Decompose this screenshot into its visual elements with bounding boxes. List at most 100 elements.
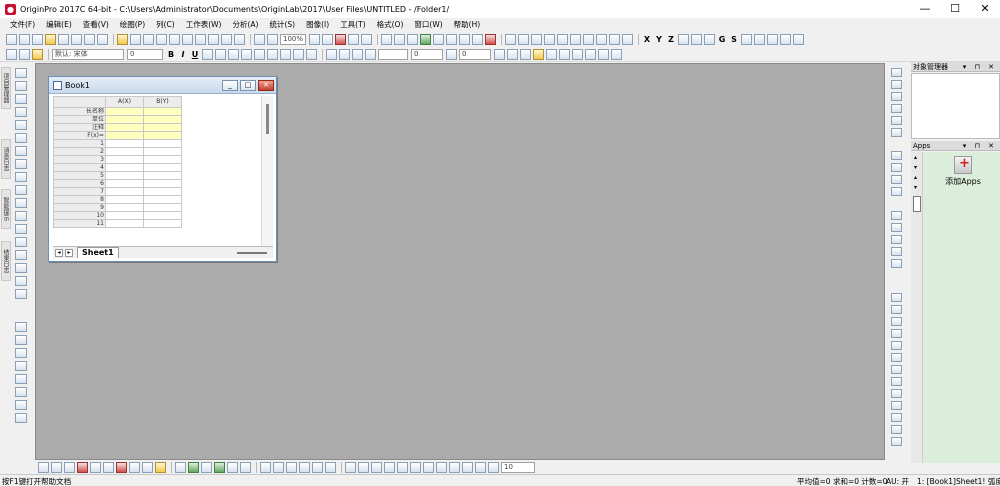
border-icon[interactable]	[446, 48, 457, 60]
meta-cell[interactable]	[143, 131, 182, 140]
recalculate-icon[interactable]	[208, 34, 219, 45]
box-chart-icon[interactable]	[622, 34, 633, 45]
menu-statistics[interactable]: 统计(S)	[269, 19, 295, 30]
worksheet-vertical-scrollbar[interactable]	[261, 96, 273, 246]
apps-header[interactable]: Apps ▾ ⊓ ✕	[911, 141, 1000, 151]
toolbox-item-1-icon[interactable]	[15, 322, 27, 332]
set-as-y-button[interactable]: Y	[654, 35, 664, 44]
align-tool-5-icon[interactable]	[397, 461, 408, 473]
align-tool-7-icon[interactable]	[423, 461, 434, 473]
new-function-icon[interactable]	[71, 34, 82, 45]
graph-tool-6-icon[interactable]	[891, 223, 902, 232]
row-header[interactable]: 7	[53, 187, 106, 196]
align-tool-9-icon[interactable]	[449, 461, 460, 473]
area-plot-icon[interactable]	[103, 461, 114, 473]
matrix-tool-3-icon[interactable]	[286, 461, 297, 473]
data-cell[interactable]	[105, 155, 144, 164]
open-template-icon[interactable]	[130, 34, 141, 45]
move-right-icon[interactable]	[754, 34, 765, 45]
data-cell[interactable]	[105, 219, 144, 228]
draw-data-icon[interactable]	[472, 34, 483, 45]
meta-cell[interactable]	[105, 131, 144, 140]
scroll-up-icon[interactable]: ▴	[914, 154, 917, 161]
row-header[interactable]: 9	[53, 203, 106, 212]
data-cell[interactable]	[105, 163, 144, 172]
align-right-icon[interactable]	[293, 48, 304, 60]
data-cell[interactable]	[143, 195, 182, 204]
histogram-icon[interactable]	[609, 34, 620, 45]
book1-close-button[interactable]: ✕	[258, 79, 274, 91]
style-icon[interactable]	[6, 48, 17, 60]
column-error-icon[interactable]	[544, 34, 555, 45]
command-window-icon[interactable]	[348, 34, 359, 45]
italic-button[interactable]: I	[178, 50, 188, 59]
worksheet-horizontal-scrollbar[interactable]	[237, 251, 267, 254]
column-y-icon[interactable]	[518, 34, 529, 45]
curved-arrow-icon[interactable]	[15, 198, 27, 208]
rescale-icon[interactable]	[407, 34, 418, 45]
results-log-icon[interactable]	[335, 34, 346, 45]
arrange-front-icon[interactable]	[533, 48, 544, 60]
data-cell[interactable]	[105, 179, 144, 188]
align-objects-icon[interactable]	[585, 48, 596, 60]
new-graph-icon[interactable]	[45, 34, 56, 45]
group-icon[interactable]	[559, 48, 570, 60]
project-explorer-icon[interactable]	[361, 34, 372, 45]
text-tool-icon[interactable]	[15, 172, 27, 182]
zoom-combo[interactable]: 100%	[280, 34, 306, 45]
graph-tool-1-icon[interactable]	[891, 151, 902, 160]
menu-analysis[interactable]: 分析(A)	[233, 19, 259, 30]
heatmap-icon[interactable]	[214, 461, 225, 473]
data-cell[interactable]	[105, 147, 144, 156]
insert-graph-icon[interactable]	[15, 276, 27, 286]
data-cell[interactable]	[143, 187, 182, 196]
graph-tool-8-icon[interactable]	[891, 247, 902, 256]
new-layout-icon[interactable]	[84, 34, 95, 45]
size-combo[interactable]: 10	[501, 461, 535, 473]
new-workbook-icon[interactable]	[32, 34, 43, 45]
data-cell[interactable]	[143, 163, 182, 172]
underline-button[interactable]: U	[190, 50, 200, 59]
data-cell[interactable]	[143, 147, 182, 156]
row-header[interactable]: 6	[53, 179, 106, 188]
set-as-label-icon[interactable]	[691, 34, 702, 45]
toolbox-item-7-icon[interactable]	[15, 400, 27, 410]
align-tool-4-icon[interactable]	[384, 461, 395, 473]
font-size-combo[interactable]: 0	[127, 48, 163, 60]
box-plot-icon[interactable]	[116, 461, 127, 473]
pattern-width-combo[interactable]: 0	[459, 48, 491, 60]
object-edit-icon[interactable]	[520, 48, 531, 60]
data-cell[interactable]	[143, 179, 182, 188]
book1-minimize-button[interactable]: _	[222, 79, 238, 91]
toolbox-item-2-icon[interactable]	[15, 335, 27, 345]
freehand-tool-icon[interactable]	[15, 263, 27, 273]
menu-worksheet[interactable]: 工作表(W)	[186, 19, 222, 30]
arrange-tool-1-icon[interactable]	[891, 293, 902, 302]
meta-cell[interactable]	[105, 107, 144, 116]
book1-title-bar[interactable]: Book1 _ □ ✕	[49, 77, 276, 94]
superscript-icon[interactable]	[202, 48, 213, 60]
move-left-icon[interactable]	[741, 34, 752, 45]
zoom-pan-tool-icon[interactable]	[15, 81, 27, 91]
sort-icon[interactable]	[583, 34, 594, 45]
menu-edit[interactable]: 编辑(E)	[46, 19, 72, 30]
arrange-tool-10-icon[interactable]	[891, 401, 902, 410]
layer-tool-6-icon[interactable]	[891, 128, 902, 137]
move-last-icon[interactable]	[780, 34, 791, 45]
set-as-subject-button[interactable]: S	[729, 35, 739, 44]
data-cell[interactable]	[105, 139, 144, 148]
align-tool-6-icon[interactable]	[410, 461, 421, 473]
matrix-tool-2-icon[interactable]	[273, 461, 284, 473]
arrange-tool-9-icon[interactable]	[891, 389, 902, 398]
maximize-button[interactable]: ☐	[940, 0, 970, 18]
arrange-back-icon[interactable]	[546, 48, 557, 60]
font-color-icon[interactable]	[306, 48, 317, 60]
line-plot-icon[interactable]	[38, 461, 49, 473]
data-selector-icon[interactable]	[15, 133, 27, 143]
greek-icon[interactable]	[228, 48, 239, 60]
set-as-error-icon[interactable]	[678, 34, 689, 45]
align-tool-2-icon[interactable]	[358, 461, 369, 473]
arrange-tool-5-icon[interactable]	[891, 341, 902, 350]
smart-hint-tab[interactable]: 智能提示	[1, 189, 11, 229]
set-as-x-button[interactable]: X	[642, 35, 652, 44]
